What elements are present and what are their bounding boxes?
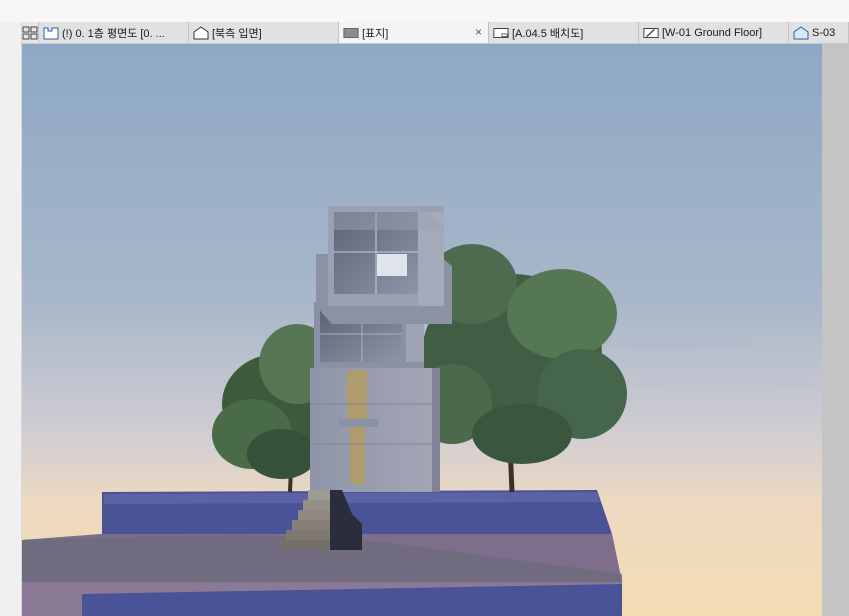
section-icon xyxy=(793,25,809,40)
left-panel xyxy=(0,22,22,616)
tab-label: [표지] xyxy=(362,27,389,40)
tab-worksheet-ground-floor[interactable]: [W-01 Ground Floor] xyxy=(639,22,789,43)
grid-view-icon xyxy=(22,26,38,39)
close-tab-icon[interactable]: × xyxy=(475,25,482,39)
tab-label: [W-01 Ground Floor] xyxy=(662,26,763,39)
layout-icon xyxy=(343,26,359,40)
title-strip xyxy=(0,0,849,22)
vertical-scrollbar[interactable] xyxy=(822,44,849,616)
tab-label: [A.04.5 배치도] xyxy=(512,27,584,40)
tab-cover-sheet[interactable]: [표지] × xyxy=(339,22,489,43)
elevation-icon xyxy=(193,25,209,40)
tab-label: [북측 입면] xyxy=(212,27,262,40)
3d-render-scene xyxy=(22,44,822,616)
worksheet-icon xyxy=(643,26,659,40)
view-tab-bar: (!) 0. 1층 평면도 [0. ... [북측 입면] [표지] × [A.… xyxy=(22,22,849,44)
tab-site-plan[interactable]: [A.04.5 배치도] xyxy=(489,22,639,43)
tab-overview-button[interactable] xyxy=(22,22,39,43)
tab-label: (!) 0. 1층 평면도 [0. ... xyxy=(62,27,165,40)
tab-label: S-03 xyxy=(812,26,836,39)
tab-north-elevation[interactable]: [북측 입면] xyxy=(189,22,339,43)
sheet-icon xyxy=(493,26,509,40)
floor-plan-icon xyxy=(43,26,59,40)
tab-section[interactable]: S-03 xyxy=(789,22,849,43)
tab-floor-plan[interactable]: (!) 0. 1층 평면도 [0. ... xyxy=(39,22,189,43)
3d-viewport[interactable] xyxy=(22,44,822,616)
